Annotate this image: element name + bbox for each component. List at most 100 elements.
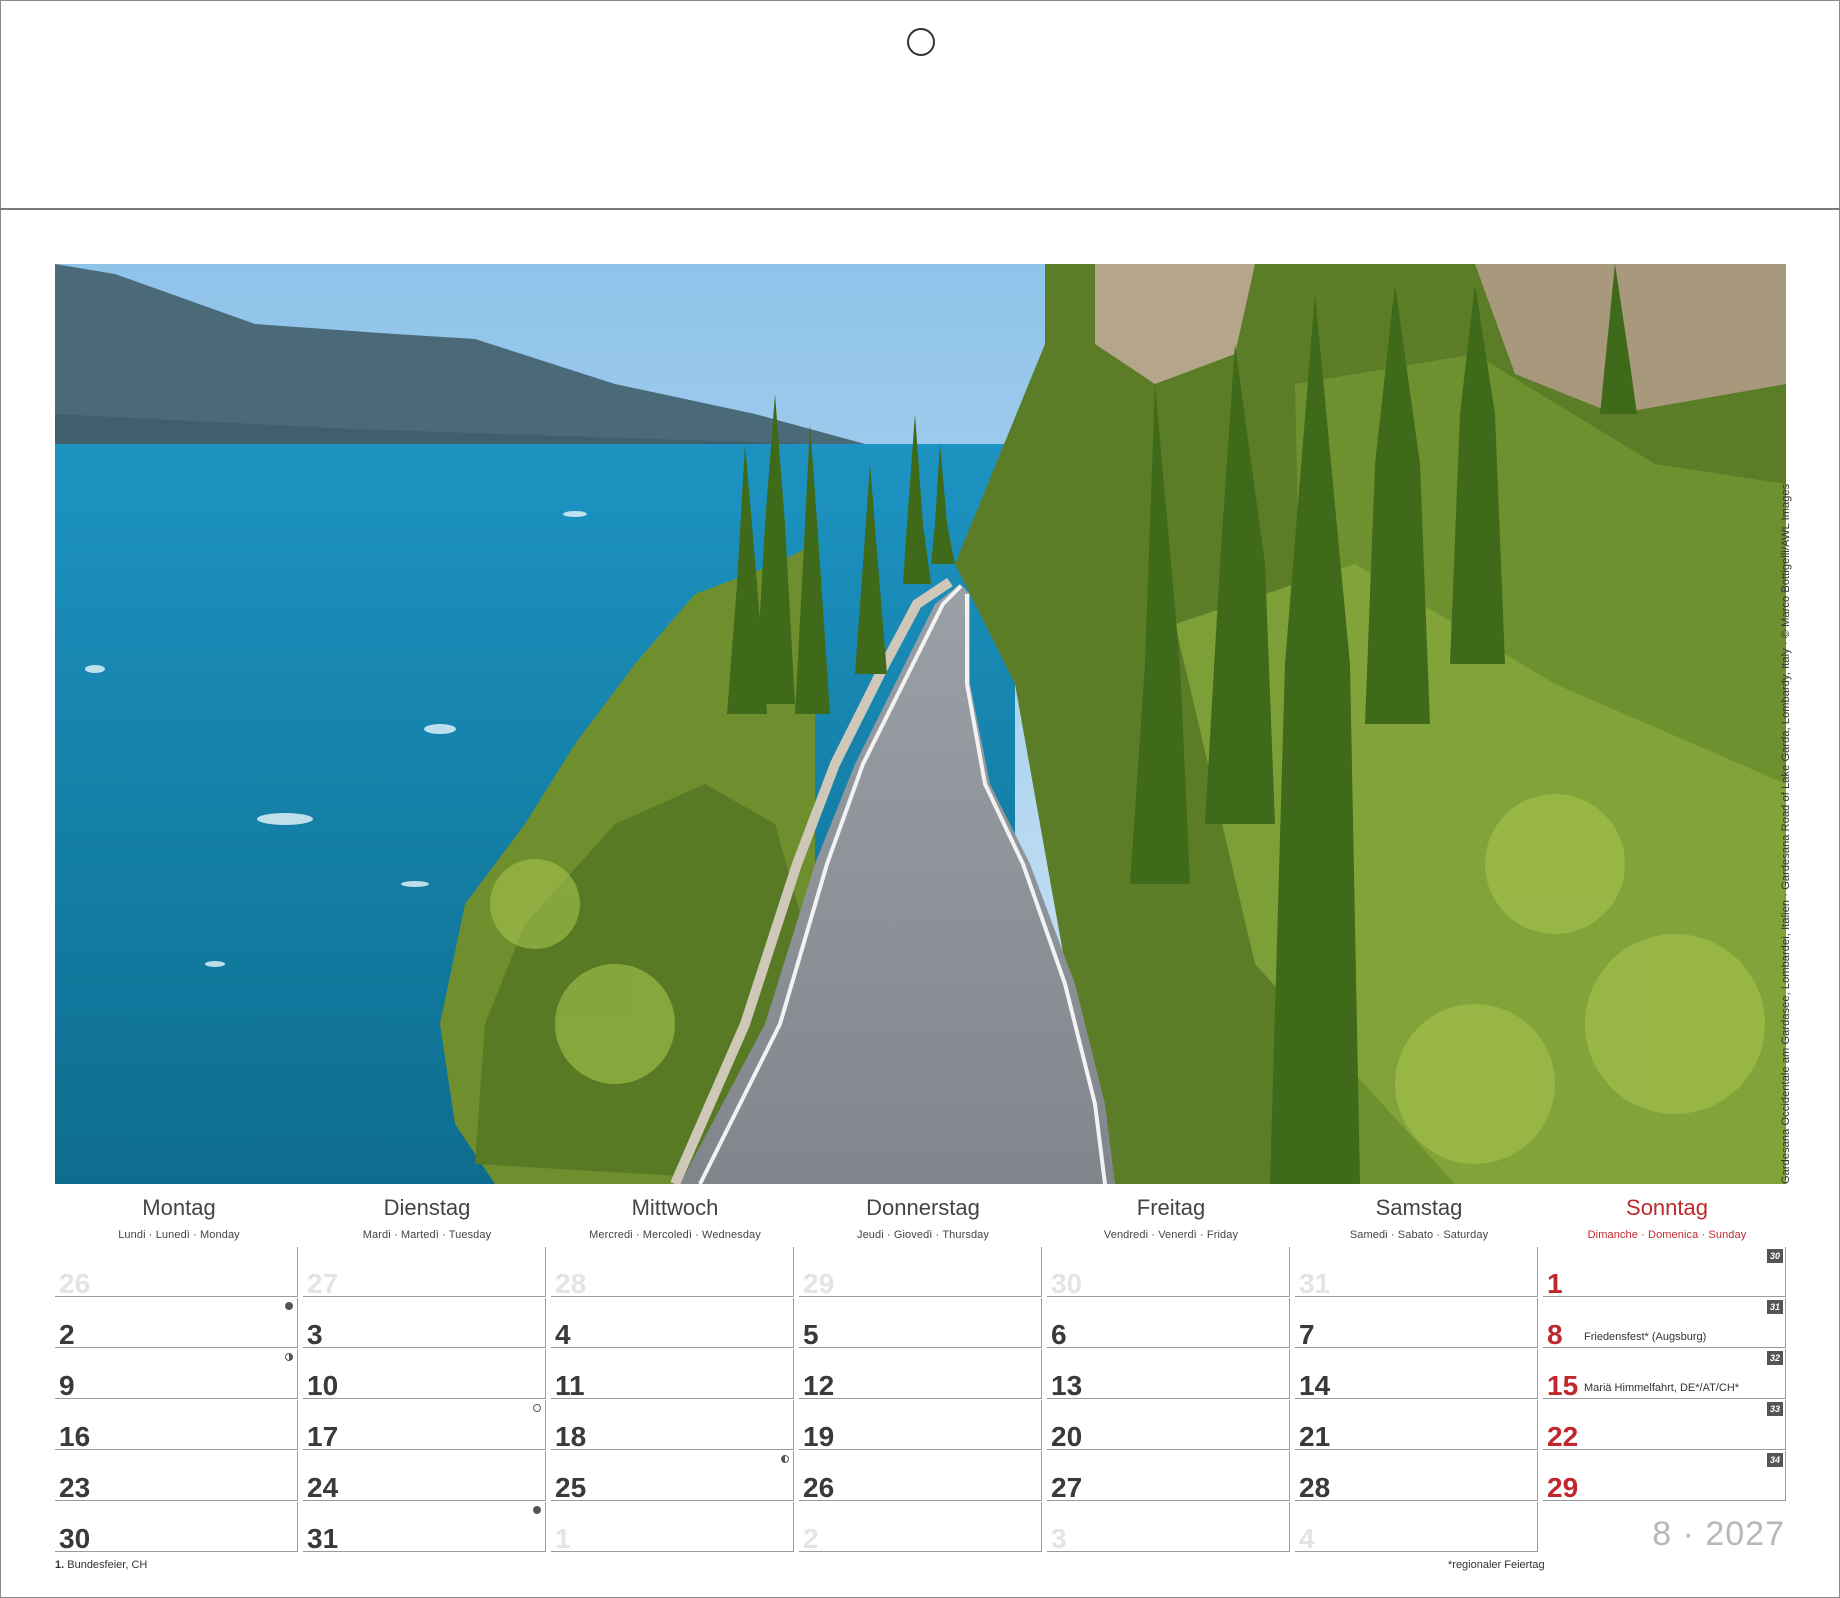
day-cell: 30 (1047, 1247, 1290, 1299)
day-number: 3 (307, 1319, 323, 1350)
day-cell: 7 (1295, 1298, 1538, 1350)
day-number: 29 (803, 1268, 835, 1299)
day-cell: 22 33 (1543, 1400, 1786, 1452)
day-cell: 28 (551, 1247, 794, 1299)
day-cell: 27 (1047, 1451, 1290, 1503)
day-cell: 1 30 (1543, 1247, 1786, 1299)
day-cell: 6 (1047, 1298, 1290, 1350)
week-number-badge: 32 (1767, 1351, 1783, 1365)
day-cell: 13 (1047, 1349, 1290, 1401)
day-number: 15 (1547, 1370, 1579, 1401)
hanger-strip (0, 0, 1840, 210)
weekday-name: Dienstag (383, 1195, 471, 1220)
day-cell: 12 (799, 1349, 1042, 1401)
footnote-day: 1. (55, 1559, 65, 1571)
day-cell: 4 (551, 1298, 794, 1350)
day-number: 26 (59, 1268, 91, 1299)
day-number: 17 (307, 1421, 339, 1452)
moon-phase-full-icon (533, 1404, 541, 1412)
day-number: 29 (1547, 1472, 1579, 1503)
moon-phase-new-icon (285, 1302, 293, 1310)
footnote-left: 1. Bundesfeier, CH (55, 1559, 147, 1571)
day-cell: 20 (1047, 1400, 1290, 1452)
day-cell: 30 (55, 1502, 298, 1554)
weekday-translations: Jeudi · Giovedì · Thursday (856, 1229, 989, 1241)
weekday-translations: Vendredi · Venerdì · Friday (1103, 1229, 1239, 1241)
day-number: 2 (803, 1523, 819, 1554)
week-number-badge: 30 (1767, 1249, 1783, 1263)
weekday-header: Dienstag Mardi · Martedì · Tuesday (303, 1195, 551, 1241)
day-cell: 15 Mariä Himmelfahrt, DE*/AT/CH* 32 (1543, 1349, 1786, 1401)
holiday-label: Mariä Himmelfahrt, DE*/AT/CH* (1584, 1382, 1740, 1394)
week-number-badge: 34 (1767, 1453, 1783, 1467)
day-number: 7 (1299, 1319, 1315, 1350)
weekday-translations: Lundi · Lunedì · Monday (118, 1229, 240, 1241)
day-cell: 25 (551, 1451, 794, 1503)
day-number: 24 (307, 1472, 339, 1503)
day-cell: 29 34 (1543, 1451, 1786, 1503)
weekday-name: Mittwoch (631, 1195, 719, 1220)
weekday-header: Samstag Samedi · Sabato · Saturday (1295, 1195, 1543, 1241)
day-cell: 29 (799, 1247, 1042, 1299)
week-number-badge: 33 (1767, 1402, 1783, 1416)
day-cell: 31 (1295, 1247, 1538, 1299)
day-number: 5 (803, 1319, 819, 1350)
day-cell: 18 (551, 1400, 794, 1452)
day-cell: 14 (1295, 1349, 1538, 1401)
day-number: 28 (1299, 1472, 1331, 1503)
holiday-label: Friedensfest* (Augsburg) (1584, 1331, 1707, 1343)
day-cell: 16 (55, 1400, 298, 1452)
day-number: 3 (1051, 1523, 1067, 1554)
day-number: 4 (555, 1319, 571, 1350)
footnote-right: *regionaler Feiertag (1448, 1559, 1545, 1571)
weekday-translations: Mardi · Martedì · Tuesday (362, 1229, 492, 1241)
day-number: 23 (59, 1472, 91, 1503)
weekday-name: Sonntag (1626, 1195, 1708, 1220)
day-cell: 28 (1295, 1451, 1538, 1503)
month-year-label: 8 · 2027 (1652, 1515, 1785, 1553)
weekday-name: Donnerstag (866, 1195, 980, 1220)
day-number: 22 (1547, 1421, 1579, 1452)
day-cell: 31 (303, 1502, 546, 1554)
day-number: 18 (555, 1421, 587, 1452)
day-number: 21 (1299, 1421, 1331, 1452)
weekday-header: Sonntag Dimanche · Domenica · Sunday (1543, 1195, 1791, 1241)
day-number: 2 (59, 1319, 75, 1350)
day-number: 1 (555, 1523, 571, 1554)
day-cell: 5 (799, 1298, 1042, 1350)
day-cell: 3 (1047, 1502, 1290, 1554)
weekday-header: Freitag Vendredi · Venerdì · Friday (1047, 1195, 1295, 1241)
day-number: 27 (1051, 1472, 1083, 1503)
day-number: 31 (1299, 1268, 1331, 1299)
weekday-header: Montag Lundi · Lunedì · Monday (55, 1195, 303, 1241)
day-cell: 10 (303, 1349, 546, 1401)
day-cell: 21 (1295, 1400, 1538, 1452)
weekday-name: Samstag (1375, 1195, 1463, 1220)
day-cell: 1 (551, 1502, 794, 1554)
hanging-hole-icon (907, 28, 935, 56)
weekday-header: Donnerstag Jeudi · Giovedì · Thursday (799, 1195, 1047, 1241)
day-number: 14 (1299, 1370, 1331, 1401)
day-number: 8 (1547, 1319, 1563, 1350)
day-cell: 23 (55, 1451, 298, 1503)
week-number-badge: 31 (1767, 1300, 1783, 1314)
day-number: 25 (555, 1472, 587, 1503)
day-number: 16 (59, 1421, 91, 1452)
day-number: 13 (1051, 1370, 1083, 1401)
day-number: 28 (555, 1268, 587, 1299)
day-cell: 27 (303, 1247, 546, 1299)
day-number: 4 (1299, 1523, 1315, 1554)
day-number: 30 (1051, 1268, 1083, 1299)
moon-phase-first-icon (285, 1353, 293, 1361)
day-number: 6 (1051, 1319, 1067, 1350)
day-cell: 24 (303, 1451, 546, 1503)
weekday-translations: Dimanche · Domenica · Sunday (1587, 1229, 1747, 1241)
photo-credit: Gardesana Occidentale am Gardasee, Lomba… (1780, 483, 1792, 1184)
day-cell: 4 (1295, 1502, 1538, 1554)
day-cell: 26 (799, 1451, 1042, 1503)
weekday-name: Montag (142, 1195, 216, 1220)
day-cell: 3 (303, 1298, 546, 1350)
day-cell: 11 (551, 1349, 794, 1401)
day-number: 20 (1051, 1421, 1083, 1452)
day-cell: 8 Friedensfest* (Augsburg) 31 (1543, 1298, 1786, 1350)
